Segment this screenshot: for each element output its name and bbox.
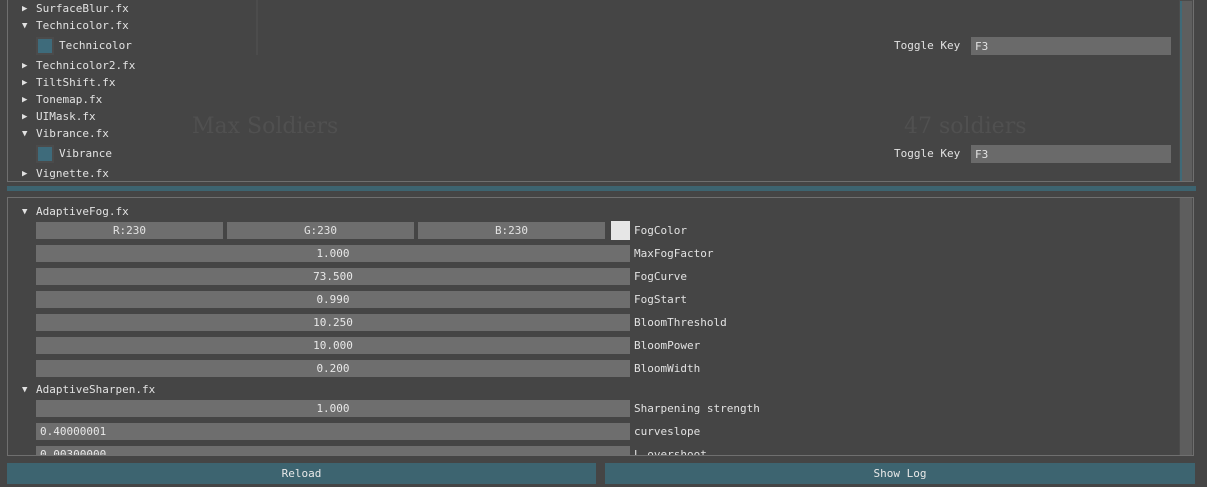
collapse-arrow-icon[interactable]: ▼ — [22, 382, 32, 398]
param-row: 0.990 FogStart — [8, 291, 1178, 308]
effect-name: UIMask.fx — [36, 110, 96, 123]
param-label: L_overshoot — [634, 448, 707, 456]
fog-start-slider[interactable]: 0.990 — [36, 291, 630, 308]
effect-name: Technicolor.fx — [36, 19, 129, 32]
param-label: FogColor — [634, 224, 687, 237]
section-title: AdaptiveFog.fx — [36, 205, 129, 218]
curveslope-input[interactable]: 0.40000001 — [36, 423, 630, 440]
param-label: MaxFogFactor — [634, 247, 714, 260]
expand-arrow-icon[interactable]: ▶ — [22, 75, 32, 91]
collapse-arrow-icon[interactable]: ▼ — [22, 204, 32, 220]
param-label: BloomWidth — [634, 362, 701, 375]
vibrance-checkbox[interactable] — [36, 145, 54, 163]
parameters-scrollbar[interactable] — [1179, 198, 1193, 455]
collapse-arrow-icon[interactable]: ▼ — [22, 126, 32, 142]
section-title: AdaptiveSharpen.fx — [36, 383, 156, 396]
expand-arrow-icon[interactable]: ▶ — [22, 1, 32, 17]
param-label: FogStart — [634, 293, 687, 306]
collapse-arrow-icon[interactable]: ▼ — [22, 18, 32, 34]
list-item-tiltshift[interactable]: ▶ TiltShift.fx — [8, 75, 1178, 91]
show-log-button[interactable]: Show Log — [605, 463, 1195, 484]
expand-arrow-icon[interactable]: ▶ — [22, 92, 32, 108]
panel-splitter[interactable] — [7, 186, 1196, 191]
toggle-key-input-technicolor[interactable] — [971, 37, 1171, 55]
checkbox-label: Vibrance — [59, 147, 112, 160]
param-row: 10.000 BloomPower — [8, 337, 1178, 354]
effect-toggle-row-vibrance: Vibrance Toggle Key — [8, 145, 1178, 163]
section-header-adaptivefog[interactable]: ▼ AdaptiveFog.fx — [8, 204, 1178, 220]
param-label: Sharpening strength — [634, 402, 760, 415]
bloom-power-slider[interactable]: 10.000 — [36, 337, 630, 354]
list-item-vibrance[interactable]: ▼ Vibrance.fx — [8, 126, 1178, 142]
parameters-panel: ▼ AdaptiveFog.fx R:230 G:230 B:230 FogCo… — [7, 197, 1194, 456]
effect-name: Vignette.fx — [36, 167, 109, 180]
toggle-key-input-vibrance[interactable] — [971, 145, 1171, 163]
list-item-vignette[interactable]: ▶ Vignette.fx — [8, 166, 1178, 181]
effect-name: TiltShift.fx — [36, 76, 116, 89]
expand-arrow-icon[interactable]: ▶ — [22, 58, 32, 74]
param-row: 1.000 Sharpening strength — [8, 400, 1178, 417]
fog-color-green-field[interactable]: G:230 — [227, 222, 414, 239]
sharpening-strength-slider[interactable]: 1.000 — [36, 400, 630, 417]
list-item-technicolor2[interactable]: ▶ Technicolor2.fx — [8, 58, 1178, 74]
expand-arrow-icon[interactable]: ▶ — [22, 166, 32, 181]
checkbox-label: Technicolor — [59, 39, 132, 52]
list-item-tonemap[interactable]: ▶ Tonemap.fx — [8, 92, 1178, 108]
scrollbar-thumb[interactable] — [1180, 1, 1192, 181]
fog-color-row: R:230 G:230 B:230 FogColor — [8, 221, 1178, 241]
param-row: 0.00300000 L_overshoot — [8, 446, 1178, 456]
scrollbar-thumb[interactable] — [1180, 198, 1192, 455]
toggle-key-label: Toggle Key — [894, 147, 961, 160]
expand-arrow-icon[interactable]: ▶ — [22, 109, 32, 125]
param-label: FogCurve — [634, 270, 687, 283]
fog-color-blue-field[interactable]: B:230 — [418, 222, 605, 239]
param-label: BloomThreshold — [634, 316, 727, 329]
bloom-threshold-slider[interactable]: 10.250 — [36, 314, 630, 331]
l-overshoot-input[interactable]: 0.00300000 — [36, 446, 630, 455]
max-fog-factor-slider[interactable]: 1.000 — [36, 245, 630, 262]
list-item-technicolor[interactable]: ▼ Technicolor.fx — [8, 18, 1178, 34]
param-row: 1.000 MaxFogFactor — [8, 245, 1178, 262]
fog-color-red-field[interactable]: R:230 — [36, 222, 223, 239]
effect-name: SurfaceBlur.fx — [36, 2, 129, 15]
param-row: 0.200 BloomWidth — [8, 360, 1178, 377]
effects-list-panel: ▶ SurfaceBlur.fx ▼ Technicolor.fx Techni… — [7, 0, 1194, 182]
effect-name: Vibrance.fx — [36, 127, 109, 140]
bloom-width-slider[interactable]: 0.200 — [36, 360, 630, 377]
param-row: 0.40000001 curveslope — [8, 423, 1178, 440]
toggle-key-label: Toggle Key — [894, 39, 961, 52]
fog-curve-slider[interactable]: 73.500 — [36, 268, 630, 285]
list-item-surfaceblur[interactable]: ▶ SurfaceBlur.fx — [8, 1, 1178, 17]
effect-name: Tonemap.fx — [36, 93, 103, 106]
section-header-adaptivesharpen[interactable]: ▼ AdaptiveSharpen.fx — [8, 382, 1178, 398]
param-row: 73.500 FogCurve — [8, 268, 1178, 285]
effect-toggle-row-technicolor: Technicolor Toggle Key — [8, 37, 1178, 55]
effect-name: Technicolor2.fx — [36, 59, 136, 72]
technicolor-checkbox[interactable] — [36, 37, 54, 55]
reload-button[interactable]: Reload — [7, 463, 596, 484]
fog-color-swatch[interactable] — [611, 221, 630, 240]
effects-list-scrollbar[interactable] — [1179, 0, 1193, 181]
param-row: 10.250 BloomThreshold — [8, 314, 1178, 331]
param-label: BloomPower — [634, 339, 701, 352]
param-label: curveslope — [634, 425, 701, 438]
list-item-uimask[interactable]: ▶ UIMask.fx — [8, 109, 1178, 125]
